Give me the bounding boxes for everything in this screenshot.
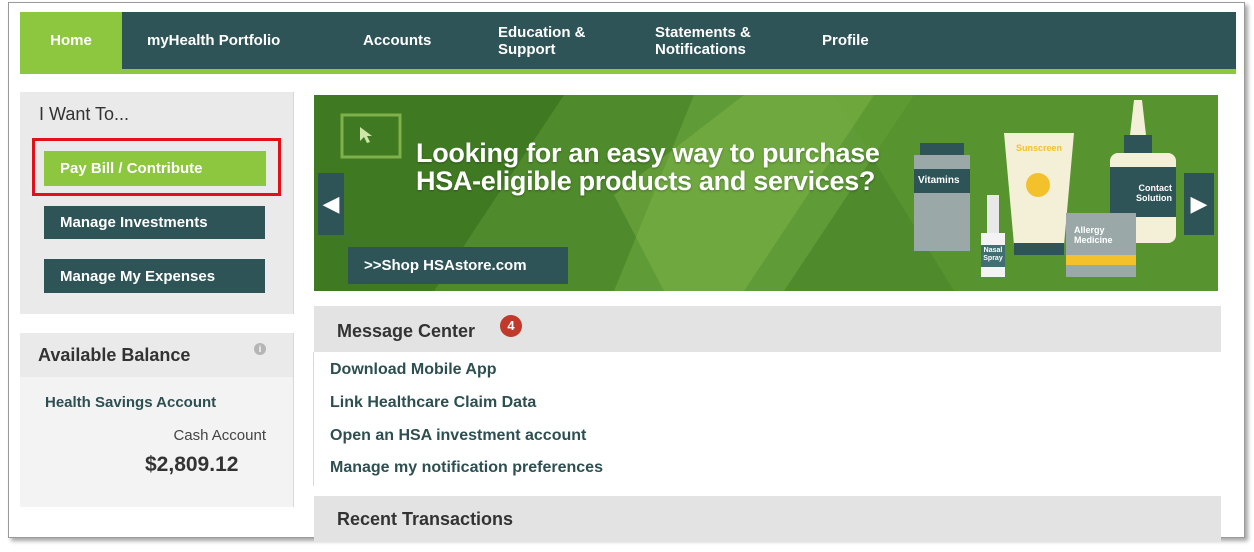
manage-notification-preferences-link[interactable]: Manage my notification preferences — [330, 459, 603, 477]
nav-profile[interactable]: Profile — [822, 12, 869, 69]
message-count-badge: 4 — [500, 315, 522, 337]
nav-accounts[interactable]: Accounts — [363, 12, 431, 69]
nasal-label-line1: Nasal — [983, 247, 1003, 254]
open-hsa-investment-link[interactable]: Open an HSA investment account — [330, 427, 586, 445]
info-icon[interactable]: i — [254, 343, 266, 355]
manage-investments-button[interactable]: Manage Investments — [44, 206, 265, 239]
recent-transactions-header: Recent Transactions — [314, 496, 1221, 542]
available-balance-panel: Available Balance i Health Savings Accou… — [20, 333, 294, 507]
cash-account-label: Cash Account — [173, 427, 266, 444]
message-center-header: Message Center 4 — [314, 306, 1221, 352]
banner-headline-line1: Looking for an easy way to purchase — [416, 138, 880, 168]
nav-statements-notifications[interactable]: Statements & Notifications — [655, 12, 780, 69]
allergy-label-line1: Allergy — [1074, 225, 1105, 235]
contact-label-line1: Contact — [1138, 183, 1173, 193]
carousel-prev-button[interactable]: ◀ — [318, 173, 344, 235]
i-want-to-title: I Want To... — [39, 104, 130, 124]
download-mobile-app-link[interactable]: Download Mobile App — [330, 361, 497, 379]
balance-body: Health Savings Account Cash Account $2,8… — [20, 377, 294, 507]
contact-label-line2: Solution — [1136, 193, 1172, 203]
nav-myhealth-portfolio[interactable]: myHealth Portfolio — [147, 12, 280, 69]
nav-education-support[interactable]: Education & Support — [498, 12, 608, 69]
main-nav: Home myHealth Portfolio Accounts Educati… — [20, 12, 1236, 74]
carousel-next-button[interactable]: ▶ — [1184, 173, 1214, 235]
promo-banner: ◀ ▶ Looking for an easy way to purchase … — [314, 95, 1218, 291]
nav-home[interactable]: Home — [20, 12, 122, 69]
highlight-box — [32, 138, 281, 196]
banner-headline: Looking for an easy way to purchase HSA-… — [416, 139, 880, 195]
manage-my-expenses-button[interactable]: Manage My Expenses — [44, 259, 265, 293]
message-center-title: Message Center — [337, 321, 476, 341]
nasal-label-line2: Spray — [983, 255, 1003, 262]
allergy-medicine-label: Allergy Medicine — [1074, 225, 1113, 245]
balance-title: Available Balance — [38, 345, 191, 365]
divider — [293, 333, 294, 507]
vitamins-label: Vitamins — [918, 175, 960, 186]
nasal-spray-label: Nasal Spray — [982, 247, 1004, 263]
divider — [293, 92, 294, 314]
contact-solution-label: Contact Solution — [1122, 183, 1172, 203]
sunscreen-label: Sunscreen — [1016, 143, 1063, 153]
recent-transactions-title: Recent Transactions — [337, 509, 514, 529]
banner-headline-line2: HSA-eligible products and services? — [416, 166, 876, 196]
divider — [313, 352, 314, 486]
hsa-account-label: Health Savings Account — [45, 394, 217, 411]
link-healthcare-claim-data-link[interactable]: Link Healthcare Claim Data — [330, 394, 536, 412]
i-want-to-panel: I Want To... Pay Bill / Contribute Manag… — [20, 92, 294, 314]
cash-balance-amount: $2,809.12 — [145, 453, 239, 476]
allergy-label-line2: Medicine — [1074, 235, 1113, 245]
balance-header: Available Balance i — [20, 333, 294, 377]
shop-hsastore-button[interactable]: >>Shop HSAstore.com — [348, 247, 568, 284]
